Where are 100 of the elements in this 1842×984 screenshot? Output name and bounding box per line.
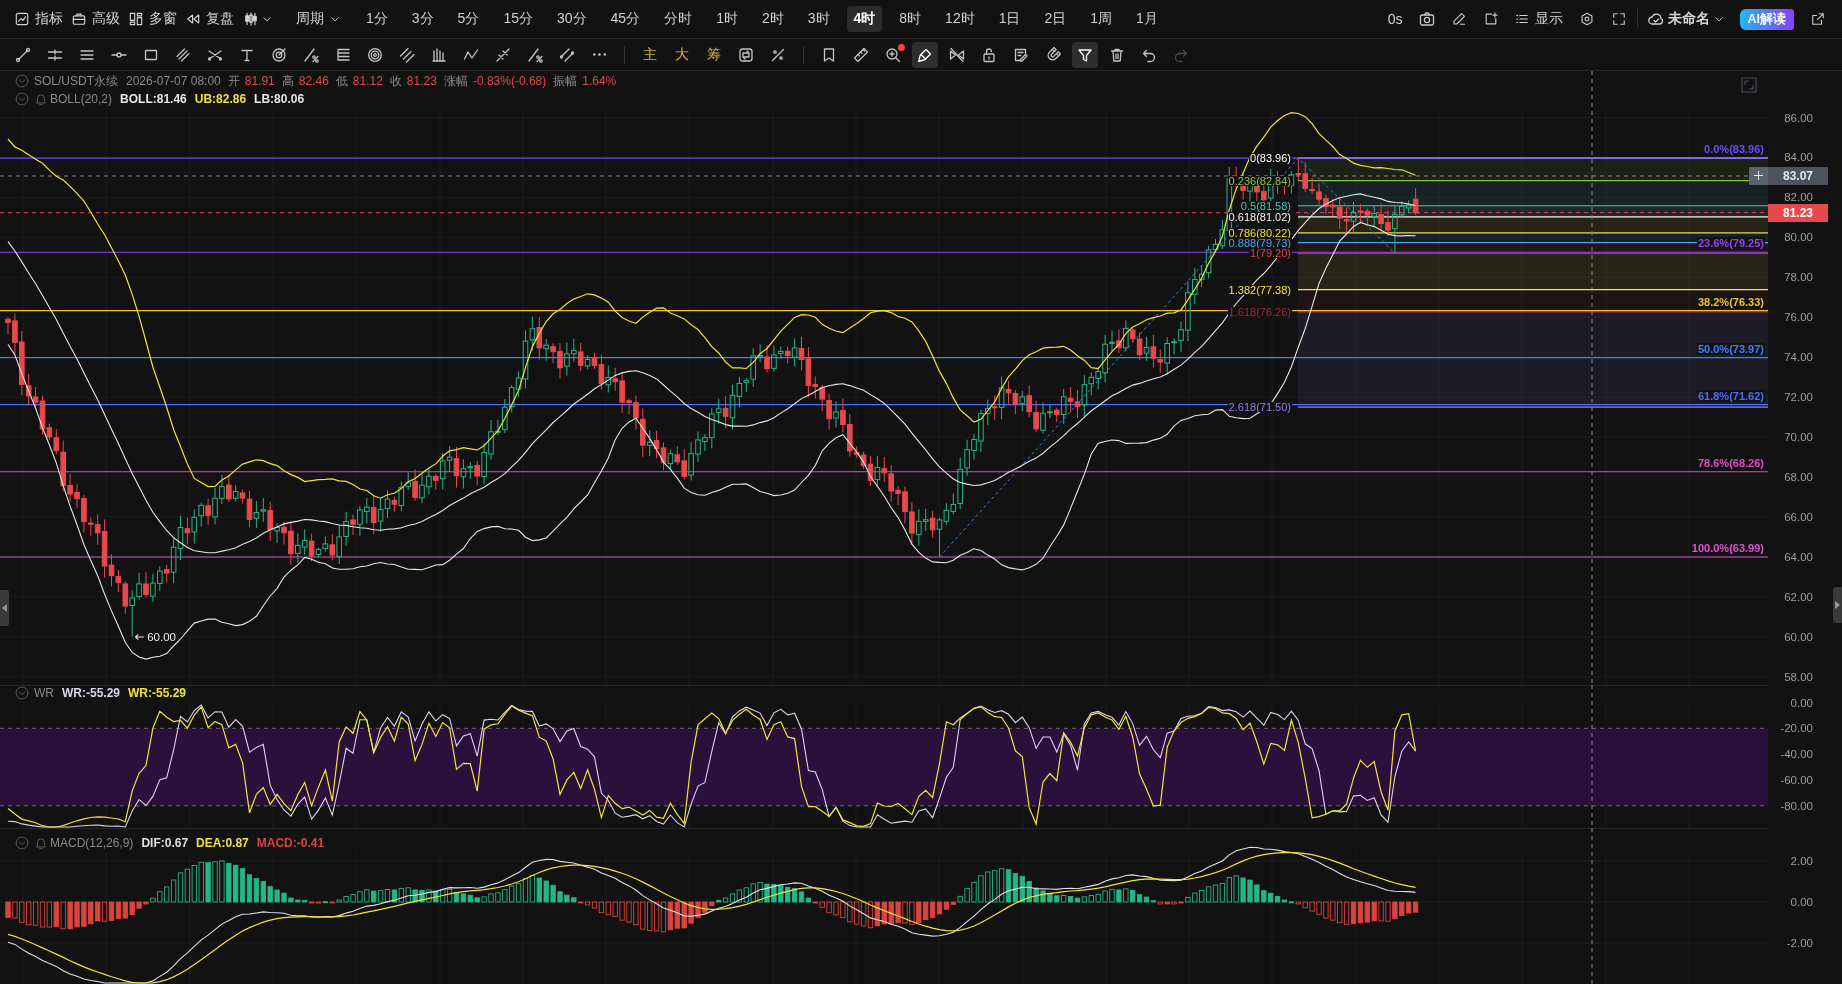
bookmark-icon	[821, 46, 837, 63]
edit-tool-button[interactable]	[1072, 41, 1098, 68]
period-tab[interactable]: 1时	[709, 6, 745, 32]
axis-label: 80.00	[1784, 231, 1813, 244]
advanced-button[interactable]: 高级	[72, 6, 120, 32]
axis-label: 66.00	[1784, 510, 1813, 523]
indicator-value: LB:80.06	[254, 92, 305, 106]
camera-icon	[1418, 11, 1435, 27]
period-tab[interactable]: 1周	[1083, 6, 1120, 32]
indicator-value: MACD:-0.41	[256, 836, 325, 850]
briefcase-icon	[72, 12, 86, 26]
period-tab[interactable]: 5分	[450, 6, 487, 32]
magnet-icon	[1045, 46, 1061, 63]
fib-level-label: 50.0%(73.97)	[1696, 342, 1765, 355]
axis-label: 68.00	[1784, 470, 1813, 483]
trash-icon	[1109, 46, 1125, 63]
ruler-icon	[853, 46, 869, 63]
symbol-name: SOL/USDT永续	[34, 72, 118, 90]
field-label: 开	[227, 72, 240, 90]
axis-label: 82.00	[1784, 191, 1813, 204]
indicator-value: WR:-55.29	[62, 686, 120, 700]
pen-icon	[1451, 12, 1466, 26]
share-button[interactable]	[1810, 11, 1826, 27]
bell-icon[interactable]	[34, 92, 48, 106]
replay-button[interactable]: 复盘	[186, 6, 234, 32]
period-tab[interactable]: 3时	[800, 6, 837, 32]
field-label: 高	[281, 72, 294, 90]
period-tab[interactable]: 15分	[496, 6, 540, 32]
brush-icon	[917, 46, 933, 63]
axis-label: 0.00	[1790, 896, 1813, 908]
ai-button[interactable]: AI解读	[1739, 8, 1794, 30]
axis-label: 76.00	[1784, 311, 1813, 324]
channel-icon	[175, 46, 191, 63]
fullscreen-button[interactable]	[1610, 11, 1627, 27]
period-tab[interactable]: 分时	[657, 6, 700, 32]
fib-level-label: 100.0%(63.99)	[1690, 542, 1765, 554]
period-tab[interactable]: 1分	[359, 6, 395, 32]
bars-icon	[431, 46, 447, 63]
indicator-name: WR	[34, 686, 54, 700]
double-line-icon	[559, 46, 575, 63]
edit-note-icon	[1013, 46, 1029, 63]
axis-label: 0.00	[1790, 696, 1813, 709]
hide-icon	[949, 46, 965, 63]
axis-label: 86.00	[1784, 111, 1813, 124]
fib-level-label: 38.2%(76.33)	[1696, 295, 1765, 308]
period-dropdown[interactable]: 周期	[296, 6, 340, 32]
caret-down-icon	[1713, 14, 1724, 24]
caret-right-icon	[1835, 601, 1840, 609]
axis-label: 2.00	[1790, 855, 1813, 867]
period-tab[interactable]: 2时	[754, 6, 791, 32]
side-toggle-button[interactable]	[1833, 587, 1842, 623]
swap-icon	[738, 46, 754, 63]
indicator-value: BOLL:81.46	[120, 92, 187, 106]
period-tab[interactable]: 12时	[938, 6, 982, 32]
add-button[interactable]	[1749, 166, 1768, 185]
mode-button[interactable]: 主	[637, 41, 663, 68]
field-value: 81.91	[244, 74, 275, 88]
field-value: 1.64%	[582, 74, 617, 88]
multi-window-button[interactable]: 多窗	[129, 6, 177, 32]
filter-icon	[1077, 46, 1093, 63]
percent-line-icon	[527, 46, 543, 63]
field-label: 收	[389, 72, 402, 90]
field-label: 涨幅	[443, 72, 468, 90]
screenshot-button[interactable]	[1418, 11, 1435, 27]
window-plus-icon	[1483, 12, 1498, 26]
period-tab[interactable]: 2日	[1037, 6, 1074, 32]
line-segment-icon	[15, 46, 31, 63]
edit-button[interactable]	[1450, 11, 1467, 27]
axis-label: 70.00	[1784, 431, 1813, 443]
field-label: 振幅	[553, 72, 578, 90]
layout-dropdown[interactable]: 未命名	[1647, 6, 1724, 32]
mode-button[interactable]: 筹	[701, 41, 727, 68]
percent-line-icon	[303, 46, 319, 63]
field-value: 81.23	[406, 74, 437, 88]
field-label: 低	[335, 72, 348, 90]
bell-icon[interactable]	[34, 836, 48, 850]
plus-icon	[1753, 170, 1764, 182]
axis-label: -80.00	[1780, 799, 1813, 812]
display-button[interactable]: 显示	[1514, 6, 1563, 32]
fib-level-label: 78.6%(68.26)	[1696, 456, 1765, 469]
period-tab[interactable]: 8时	[892, 6, 929, 32]
zigzag-icon	[463, 46, 479, 63]
lock-icon	[981, 46, 997, 63]
period-tab[interactable]: 30分	[549, 6, 594, 32]
period-tab[interactable]: 1月	[1129, 6, 1165, 32]
axis-label: 84.00	[1784, 151, 1813, 164]
indicator-value: WR:-55.29	[128, 686, 187, 700]
list-icon	[1514, 12, 1529, 26]
period-tab[interactable]: 4时	[846, 6, 883, 32]
field-value: 82.46	[298, 74, 329, 88]
period-tab[interactable]: 45分	[603, 6, 648, 32]
indicators-button[interactable]: 指标	[15, 6, 63, 32]
mode-button[interactable]: 大	[669, 41, 695, 68]
indicator-value: UB:82.86	[194, 92, 247, 106]
fullscreen-icon	[1611, 12, 1626, 26]
axis-label: 62.00	[1784, 590, 1813, 603]
edit-tool-button[interactable]	[912, 41, 938, 68]
period-tab[interactable]: 1日	[991, 6, 1028, 32]
settings-button[interactable]	[1578, 11, 1595, 27]
period-tab[interactable]: 3分	[404, 6, 441, 32]
